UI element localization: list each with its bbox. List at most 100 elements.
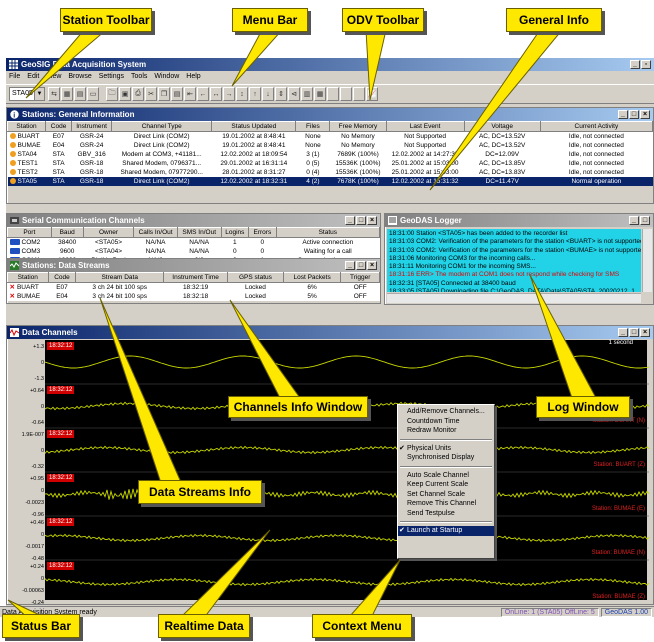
column-header[interactable]: Station (7, 121, 47, 132)
column-header[interactable]: Port (7, 227, 52, 238)
save-icon[interactable]: ▣ (119, 87, 131, 101)
menu-tools[interactable]: Tools (128, 72, 151, 83)
column-header[interactable]: Lost Packets (282, 272, 342, 283)
minimize-button[interactable]: _ (345, 261, 355, 270)
fit-icon[interactable]: ⇕ (275, 87, 287, 101)
print-icon[interactable]: ⎙ (132, 87, 144, 101)
menu-file[interactable]: File (6, 72, 24, 83)
blank-tool2-icon[interactable] (340, 87, 352, 101)
context-menu-item[interactable]: Set Channel Scale (398, 490, 494, 500)
table-row[interactable]: COM3 9600 <STA04> NA/NA NA/NA 0 0 Waiting for a… (8, 247, 380, 256)
column-header[interactable]: Stream Data (75, 272, 165, 283)
maximize-button[interactable]: □ (640, 216, 650, 225)
next-icon[interactable]: → (223, 87, 235, 101)
column-header[interactable]: Free Memory (329, 121, 387, 132)
column-header[interactable]: Voltage (463, 121, 541, 132)
close-button[interactable]: × (640, 328, 650, 337)
context-menu-item[interactable]: ✔ Physical Units (398, 444, 494, 454)
context-menu-item[interactable]: Send Testpulse (398, 509, 494, 519)
zoom-in-x-icon[interactable]: ↔ (210, 87, 222, 101)
maximize-button[interactable]: □ (356, 216, 366, 225)
column-header[interactable]: Calls In/Out (133, 227, 178, 238)
column-header[interactable]: SMS In/Out (176, 227, 222, 238)
blank-tool3-icon[interactable] (353, 87, 365, 101)
table-row[interactable]: TEST1 STA GSR-18 Shared Modem, 0796371... 29… (8, 159, 653, 168)
shift-up-icon[interactable]: ↑ (249, 87, 261, 101)
table-row[interactable]: STA04 STA GBV_316 Modem at COM3, +41181... 1… (8, 150, 653, 159)
table-row[interactable]: TEST2 STA GSR-18 Shared Modem, 07977290... 2… (8, 168, 653, 177)
log-text-area[interactable]: 18:31:00 Station <STA05> has been added … (387, 229, 641, 292)
context-menu-item[interactable]: Synchronised Display (398, 453, 494, 463)
dropdown-arrow-icon[interactable]: ▼ (34, 88, 44, 100)
station-monitor-icon[interactable]: ▭ (87, 87, 99, 101)
connect-station-icon[interactable]: ⇆ (48, 87, 60, 101)
blank-tool-icon[interactable] (327, 87, 339, 101)
cut-icon[interactable]: ✂ (145, 87, 157, 101)
log-vertical-scrollbar[interactable] (642, 229, 652, 292)
menu-help[interactable]: Help (183, 72, 204, 83)
context-menu-item[interactable]: Remove This Channel (398, 499, 494, 509)
column-header[interactable]: Instrument (71, 121, 113, 132)
column-header[interactable]: Last Event (385, 121, 465, 132)
zoom-in-y-icon[interactable]: ↕ (236, 87, 248, 101)
column-header[interactable]: Status Updated (211, 121, 297, 132)
table-row[interactable]: BUART E07 GSR-24 Direct Link (COM2) 19.01.20… (8, 132, 653, 141)
minimize-button[interactable]: _ (618, 110, 628, 119)
table-row[interactable]: ✕ BUMAE E04 3 ch 24 bit 100 sps 18:32:18 Lock… (8, 292, 380, 301)
column-header[interactable]: Current Activity (539, 121, 653, 132)
menu-window[interactable]: Window (151, 72, 183, 83)
menu-view[interactable]: View (43, 72, 65, 83)
column-header[interactable]: Baud (50, 227, 84, 238)
maximize-button[interactable]: □ (629, 328, 639, 337)
menu-browse[interactable]: Browse (65, 72, 95, 83)
column-header[interactable]: Channel Type (111, 121, 213, 132)
context-menu-item[interactable]: Add/Remove Channels... (398, 407, 494, 417)
table-row[interactable]: STA05 STA GSR-18 Direct Link (COM2) 12.02.20… (7, 176, 653, 186)
column-header[interactable]: Code (45, 121, 73, 132)
column-header[interactable]: Files (295, 121, 331, 132)
minimize-button[interactable]: _ (630, 60, 640, 69)
log-horizontal-scrollbar[interactable] (387, 293, 641, 303)
chart-icon[interactable]: 📈 (366, 87, 378, 101)
column-header[interactable]: Code (47, 272, 77, 283)
minimize-button[interactable]: _ (629, 216, 639, 225)
minimize-button[interactable]: _ (618, 328, 628, 337)
column-header[interactable]: Errors (248, 227, 277, 238)
table-row[interactable]: ✕ BUART E07 3 ch 24 bit 100 sps 18:32:19 Lock… (8, 283, 380, 292)
menu-edit[interactable]: Edit (24, 72, 43, 83)
context-menu-item[interactable]: Auto Scale Channel (398, 471, 494, 481)
context-menu-item[interactable]: Redraw Monitor (398, 426, 494, 436)
grid-icon[interactable]: ▦ (314, 87, 326, 101)
open-folder-icon[interactable]: 🗀 (106, 87, 118, 101)
copy-icon[interactable]: ❐ (158, 87, 170, 101)
trace-area[interactable] (44, 340, 650, 604)
column-header[interactable]: Status (275, 227, 380, 238)
first-icon[interactable]: ⇤ (184, 87, 196, 101)
close-button[interactable]: × (367, 216, 377, 225)
station-settings-icon[interactable]: ▤ (74, 87, 86, 101)
column-header[interactable]: Instrument Time (163, 272, 229, 283)
station-info-icon[interactable]: ▦ (61, 87, 73, 101)
table-row[interactable]: COM2 38400 <STA05> NA/NA NA/NA 1 0 Active conne… (8, 238, 380, 247)
column-header[interactable]: Logins (220, 227, 250, 238)
menu-settings[interactable]: Settings (96, 72, 128, 83)
table-row[interactable]: BUMAE E04 GSR-24 Direct Link (COM2) 19.01.20… (8, 141, 653, 150)
maximize-button[interactable]: □ (629, 110, 639, 119)
context-menu-item[interactable]: ✔ Launch at Startup (398, 526, 494, 536)
column-header[interactable]: Owner (82, 227, 135, 238)
close-button[interactable]: × (367, 261, 377, 270)
column-header[interactable]: Station (7, 272, 49, 283)
context-menu-item[interactable]: Countdown Time (398, 417, 494, 427)
close-button[interactable]: × (640, 110, 650, 119)
prev-icon[interactable]: ← (197, 87, 209, 101)
column-header[interactable]: Trigger (340, 272, 380, 283)
paste-icon[interactable]: ▤ (171, 87, 183, 101)
restore-button[interactable]: ▫ (641, 60, 651, 69)
marker-icon[interactable]: ⊲ (288, 87, 300, 101)
station-select[interactable]: STA05 ▼ (9, 87, 45, 101)
layout-icon[interactable]: ▥ (301, 87, 313, 101)
maximize-button[interactable]: □ (356, 261, 366, 270)
column-header[interactable]: GPS status (227, 272, 284, 283)
context-menu-item[interactable]: Keep Current Scale (398, 480, 494, 490)
shift-down-icon[interactable]: ↓ (262, 87, 274, 101)
